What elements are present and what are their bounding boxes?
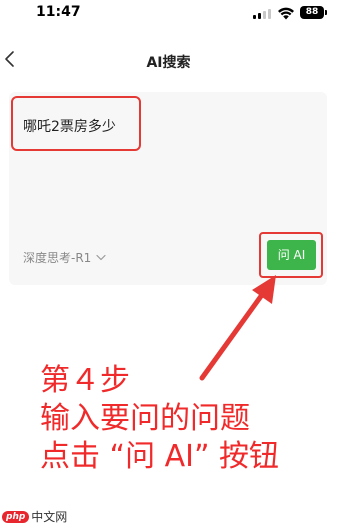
- battery-icon: 88: [300, 6, 327, 19]
- ask-ai-button[interactable]: 问 AI: [267, 240, 316, 270]
- status-time: 11:47: [36, 4, 81, 20]
- search-query-text[interactable]: 哪吒2票房多少: [23, 116, 116, 136]
- instruction-line-3: 点击 “问 AI” 按钮: [40, 439, 280, 474]
- watermark-badge: php: [2, 510, 30, 523]
- search-input-card[interactable]: 哪吒2票房多少 深度思考-R1 问 AI: [9, 92, 327, 285]
- signal-icon: [253, 8, 271, 19]
- model-selector[interactable]: 深度思考-R1: [23, 249, 106, 266]
- nav-bar: AI搜索: [0, 44, 337, 80]
- instruction-step: 第４步: [40, 363, 130, 398]
- page-title: AI搜索: [146, 55, 191, 71]
- wifi-icon: [278, 7, 294, 20]
- model-selector-label: 深度思考-R1: [23, 251, 92, 265]
- instruction-text: 第４步 输入要问的问题 点击 “问 AI” 按钮: [40, 362, 279, 476]
- chevron-down-icon: [96, 254, 106, 261]
- status-bar: 11:47 88: [0, 0, 337, 28]
- instruction-line-2: 输入要问的问题: [40, 401, 250, 436]
- watermark: php 中文网: [2, 508, 67, 525]
- screen: 11:47 88 AI搜索 哪吒2票房多少 深度思考-R1 问 AI 第４步 输…: [0, 0, 337, 528]
- watermark-text: 中文网: [31, 510, 68, 524]
